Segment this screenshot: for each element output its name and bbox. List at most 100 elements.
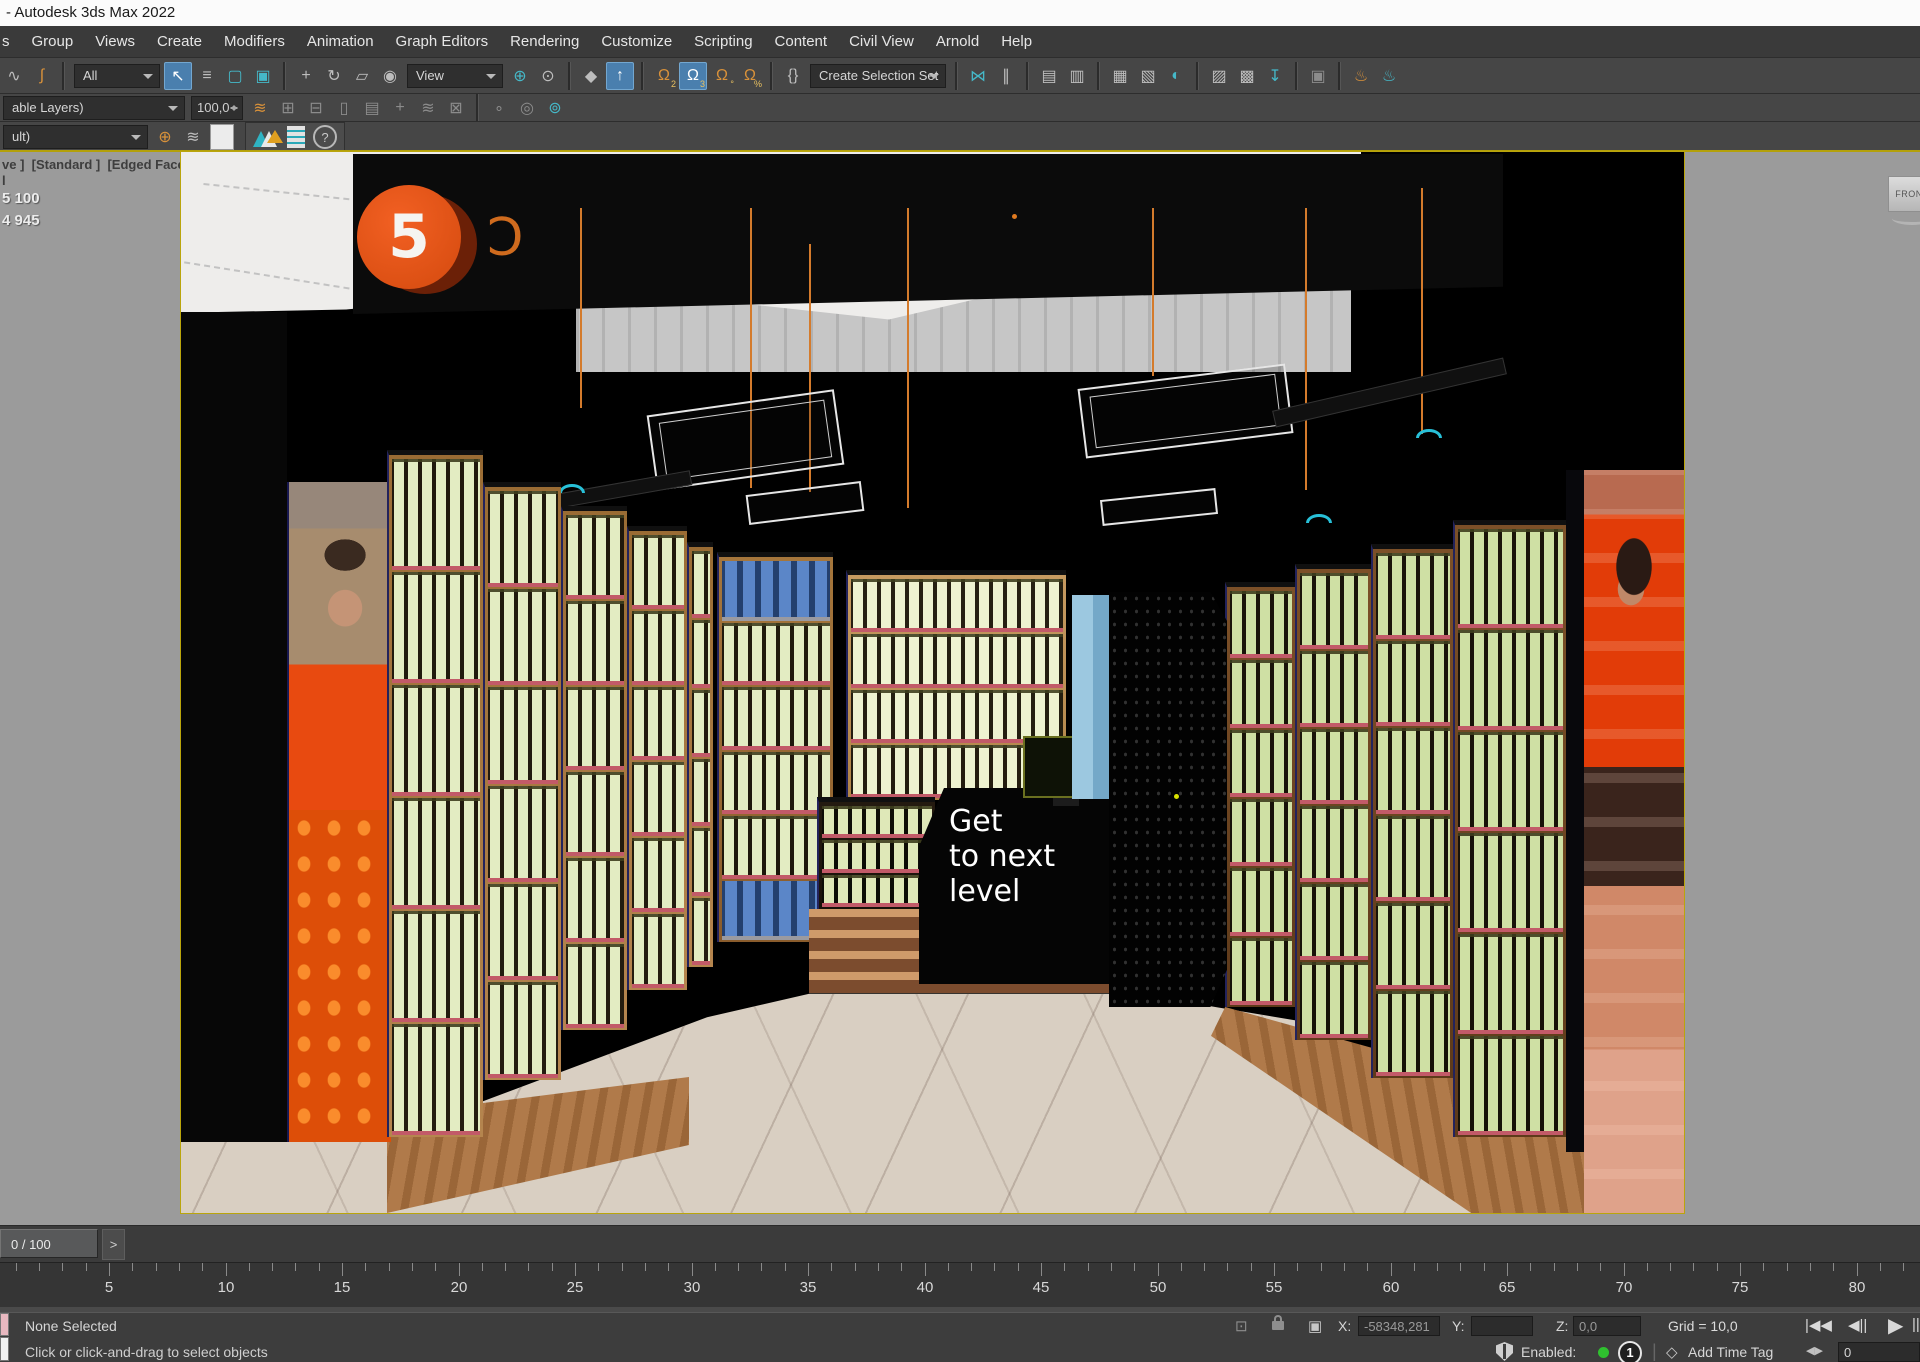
selected-black-panel[interactable] bbox=[1109, 592, 1227, 1007]
menu-item-create[interactable]: Create bbox=[146, 26, 213, 57]
named-selection-sets-icon[interactable]: {} bbox=[780, 63, 806, 89]
mini-listener-script-pane[interactable] bbox=[0, 1337, 9, 1361]
menu-item-scripting[interactable]: Scripting bbox=[683, 26, 763, 57]
delete-layer-icon[interactable]: ⊟ bbox=[303, 95, 329, 121]
render-setup-icon[interactable]: ▨ bbox=[1206, 63, 1232, 89]
keyboard-override-icon[interactable]: ↑ bbox=[606, 62, 634, 90]
reference-coordinate-dropdown[interactable]: View bbox=[407, 64, 503, 88]
viewcube[interactable]: FRONT bbox=[1888, 176, 1920, 212]
caddy-shield-icon[interactable] bbox=[1496, 1342, 1513, 1361]
next-frame-button[interactable]: || bbox=[1912, 1316, 1920, 1333]
right-black-column[interactable] bbox=[1566, 470, 1584, 1152]
populate-trees-icon[interactable] bbox=[253, 125, 279, 149]
logo-wireframe-spline[interactable]: Ɔ bbox=[487, 208, 524, 268]
brand-logo-circle[interactable]: 5 bbox=[357, 185, 461, 289]
x-coordinate-field[interactable]: -58348,281 bbox=[1358, 1316, 1440, 1336]
store-header-panel[interactable] bbox=[353, 154, 1503, 314]
render-production-teapot-icon[interactable]: ♨ bbox=[1348, 63, 1374, 89]
left-shelf-bay[interactable] bbox=[687, 542, 713, 967]
add-state-icon[interactable]: ⊕ bbox=[152, 124, 178, 150]
layer-spinner[interactable]: 100,0 bbox=[191, 96, 243, 120]
left-shelf-bay[interactable] bbox=[387, 450, 483, 1137]
blue-side-panels[interactable] bbox=[1072, 595, 1110, 799]
mini-listener-macro-pane[interactable] bbox=[0, 1313, 9, 1336]
left-shelf-bay[interactable] bbox=[561, 506, 627, 1030]
right-shelf-bay[interactable] bbox=[1371, 544, 1453, 1078]
render-iterative-teapot-icon[interactable]: ♨ bbox=[1376, 63, 1402, 89]
hanging-light-frame[interactable] bbox=[746, 481, 865, 525]
time-slider-track[interactable]: 0 / 100 > bbox=[0, 1225, 1920, 1263]
orange-pillar[interactable] bbox=[287, 810, 391, 1142]
set-current-layer-icon[interactable]: + bbox=[387, 95, 413, 121]
layer-stack-icon[interactable]: ≋ bbox=[415, 95, 441, 121]
isolate-selection-icon[interactable]: ⊡ bbox=[1235, 1317, 1248, 1335]
mirror-icon[interactable]: ⋈ bbox=[965, 63, 991, 89]
undo-curve-icon[interactable]: ∿ bbox=[1, 63, 27, 89]
absolute-mode-icon[interactable]: ▣ bbox=[1308, 1317, 1322, 1335]
layers-dropdown[interactable]: able Layers) bbox=[3, 96, 185, 120]
selection-filter-dropdown[interactable]: All bbox=[74, 64, 160, 88]
y-coordinate-field[interactable] bbox=[1471, 1316, 1533, 1336]
menu-item-modifiers[interactable]: Modifiers bbox=[213, 26, 296, 57]
menu-item-views[interactable]: Views bbox=[84, 26, 146, 57]
target-mini-icon[interactable]: ◎ bbox=[514, 95, 540, 121]
select-object-icon[interactable]: ↖ bbox=[164, 62, 192, 90]
material-editor-icon[interactable]: ◐ bbox=[1163, 63, 1189, 89]
add-time-tag-button[interactable]: Add Time Tag bbox=[1688, 1344, 1773, 1360]
hanging-light-frame[interactable] bbox=[1078, 364, 1294, 459]
select-manipulate-icon[interactable]: ◆ bbox=[578, 63, 604, 89]
menu-item-s[interactable]: s bbox=[0, 26, 21, 57]
right-shelf-bay[interactable] bbox=[1453, 520, 1566, 1137]
pivot-center-icon[interactable]: ⊕ bbox=[507, 63, 533, 89]
select-layer-icon[interactable]: ▤ bbox=[359, 95, 385, 121]
rendered-frame-icon[interactable]: ▩ bbox=[1234, 63, 1260, 89]
play-button[interactable]: ▶ bbox=[1888, 1313, 1903, 1338]
viewport-label[interactable]: ve ] [Standard ] [Edged Faces ] bbox=[2, 157, 200, 172]
menu-item-civil-view[interactable]: Civil View bbox=[838, 26, 925, 57]
current-frame-field[interactable]: 0 bbox=[1838, 1342, 1920, 1362]
placement-icon[interactable]: ◉ bbox=[377, 63, 403, 89]
get-to-next-level-sign[interactable]: Get to next level bbox=[919, 788, 1127, 984]
track-bar-ruler[interactable]: 5101520253035404550556065707580 bbox=[0, 1262, 1920, 1308]
add-to-layer-icon[interactable]: ▯ bbox=[331, 95, 357, 121]
menu-item-rendering[interactable]: Rendering bbox=[499, 26, 590, 57]
previous-frame-button[interactable]: ◀|| bbox=[1848, 1316, 1867, 1334]
render-arrow-icon[interactable]: ↧ bbox=[1262, 63, 1288, 89]
snaps-toggle-icon[interactable]: Ω2 bbox=[651, 63, 677, 89]
menu-item-help[interactable]: Help bbox=[990, 26, 1043, 57]
create-layer-icon[interactable]: ⊞ bbox=[275, 95, 301, 121]
notes-doc-icon[interactable] bbox=[287, 126, 305, 148]
time-tag-cube-icon[interactable]: ◇ bbox=[1666, 1343, 1678, 1361]
menu-item-content[interactable]: Content bbox=[764, 26, 839, 57]
hanging-light-frame[interactable] bbox=[1100, 488, 1218, 526]
selection-lock-icon[interactable] bbox=[1272, 1321, 1284, 1330]
menu-item-customize[interactable]: Customize bbox=[590, 26, 683, 57]
center-shelf-unit[interactable] bbox=[817, 797, 935, 909]
scene-explorer-icon[interactable]: ▤ bbox=[1036, 63, 1062, 89]
select-by-name-icon[interactable]: ≡ bbox=[194, 63, 220, 89]
pivot-mini-icon[interactable]: ∘ bbox=[486, 95, 512, 121]
menu-item-animation[interactable]: Animation bbox=[296, 26, 385, 57]
menu-item-group[interactable]: Group bbox=[21, 26, 85, 57]
left-shelf-bay[interactable] bbox=[627, 526, 687, 990]
title-bar[interactable]: - Autodesk 3ds Max 2022 bbox=[0, 0, 1920, 26]
percent-snap-icon[interactable]: Ω% bbox=[737, 63, 763, 89]
right-shelf-bay[interactable] bbox=[1225, 582, 1295, 1007]
enabled-count-badge[interactable]: 1 bbox=[1618, 1341, 1642, 1362]
viewcube-ring[interactable] bbox=[1892, 212, 1920, 225]
states-stack-icon[interactable]: ≋ bbox=[180, 124, 206, 150]
spheres-mini-icon[interactable]: ⊚ bbox=[542, 95, 568, 121]
align-icon[interactable]: ∥ bbox=[993, 63, 1019, 89]
left-black-wall[interactable] bbox=[181, 312, 287, 1142]
snaps-3d-icon[interactable]: Ω3 bbox=[679, 62, 707, 90]
move-icon[interactable]: + bbox=[293, 63, 319, 89]
angle-snap-icon[interactable]: Ω° bbox=[709, 63, 735, 89]
go-to-start-button[interactable]: |◀◀ bbox=[1805, 1316, 1832, 1334]
help-icon[interactable]: ? bbox=[313, 125, 337, 149]
layer-manager-icon[interactable]: ≋ bbox=[247, 95, 273, 121]
render-settings-icon[interactable]: ▣ bbox=[1305, 63, 1331, 89]
frame-spinner-arrows[interactable]: ◀▶ bbox=[1806, 1344, 1823, 1357]
color-swatch[interactable] bbox=[210, 124, 234, 150]
layer-explorer-icon[interactable]: ▥ bbox=[1064, 63, 1090, 89]
time-slider-handle[interactable]: 0 / 100 bbox=[0, 1229, 98, 1258]
